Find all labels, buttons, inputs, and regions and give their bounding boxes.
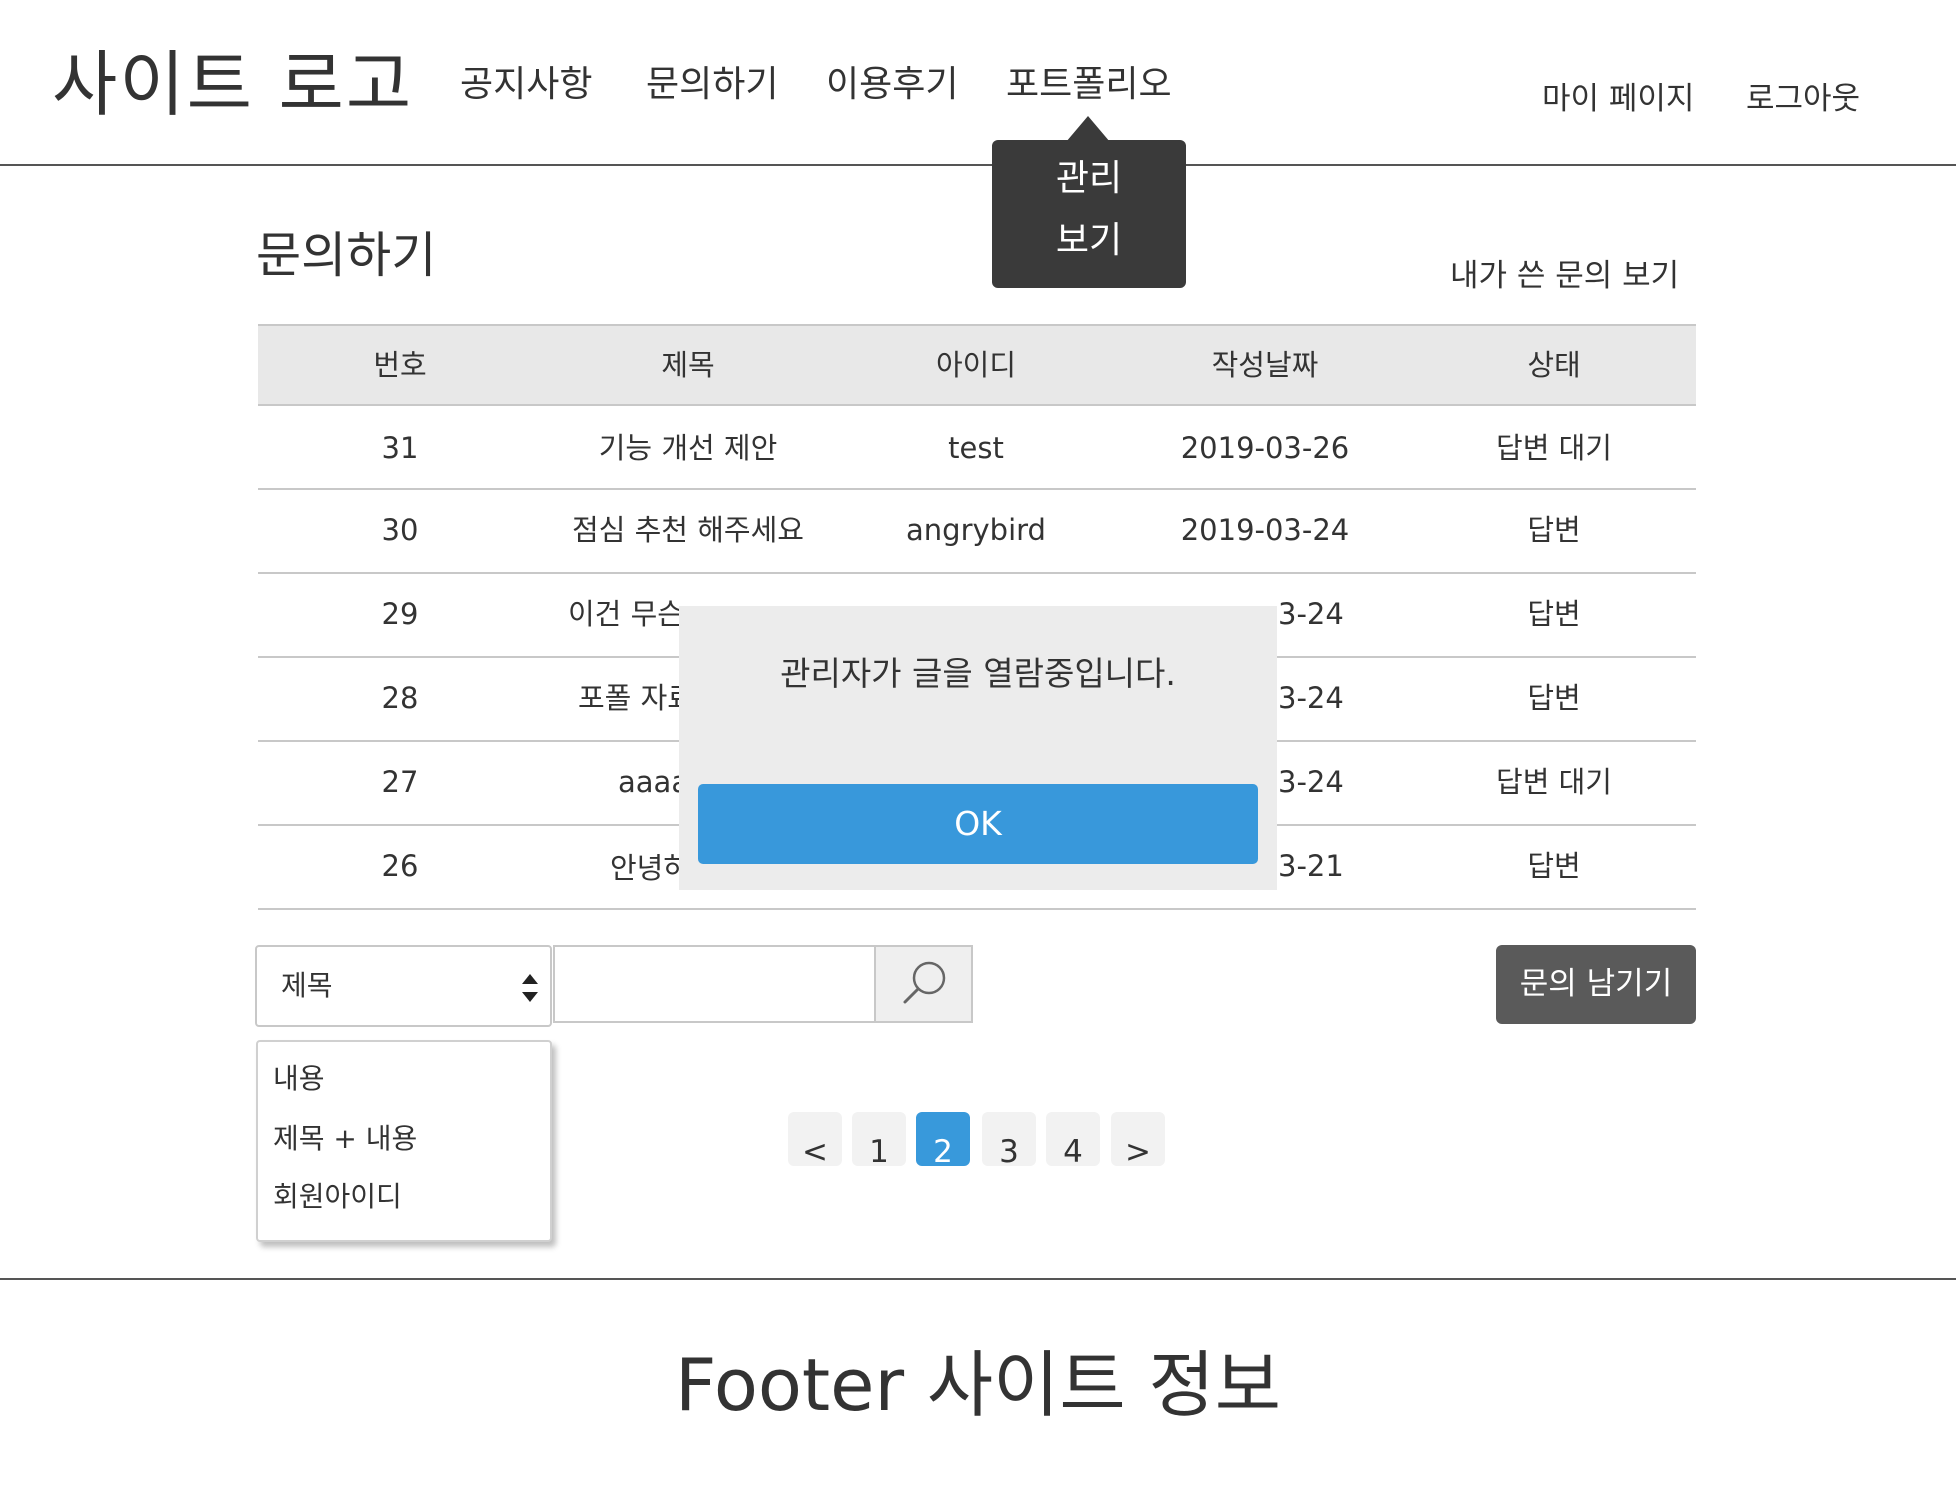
page-title: 문의하기 xyxy=(256,227,437,284)
row-date: 3-24 xyxy=(1278,681,1344,715)
site-logo[interactable]: 사이트 로고 xyxy=(52,44,413,126)
admin-menu-caret xyxy=(1066,116,1110,142)
row-date: 2019-03-26 xyxy=(1180,431,1350,465)
page-next-button[interactable]: > xyxy=(1111,1112,1165,1166)
row-title[interactable]: 기능 개선 제안 xyxy=(530,428,846,468)
my-page-link[interactable]: 마이 페이지 xyxy=(1542,78,1694,120)
row-title[interactable]: 포폴 자료 xyxy=(578,678,694,718)
page-button-current[interactable]: 2 xyxy=(916,1112,970,1166)
nav-reviews[interactable]: 이용후기 xyxy=(826,62,958,108)
row-status: 답변 대기 xyxy=(1496,765,1612,799)
row-id: angrybird xyxy=(906,513,1046,547)
row-number: 28 xyxy=(381,681,419,715)
row-status: 답변 대기 xyxy=(1496,431,1612,465)
option-title-content[interactable]: 제목 + 내용 xyxy=(273,1120,417,1158)
option-content[interactable]: 내용 xyxy=(273,1060,325,1098)
row-date: 3-21 xyxy=(1278,849,1344,883)
admin-menu-view[interactable]: 보기 xyxy=(992,218,1186,264)
row-status: 답변 xyxy=(1527,597,1581,631)
write-inquiry-button[interactable]: 문의 남기기 xyxy=(1496,945,1696,1024)
row-number: 30 xyxy=(381,513,419,547)
page-button[interactable]: 4 xyxy=(1046,1112,1100,1166)
row-divider xyxy=(258,488,1696,490)
search-icon xyxy=(903,961,946,1004)
row-divider xyxy=(258,572,1696,574)
row-number: 31 xyxy=(381,431,419,465)
select-arrows-icon xyxy=(522,974,538,1002)
header-divider xyxy=(0,164,1956,166)
page-button[interactable]: 3 xyxy=(982,1112,1036,1166)
option-member-id[interactable]: 회원아이디 xyxy=(273,1178,402,1216)
row-number: 29 xyxy=(381,597,419,631)
header-date: 작성날짜 xyxy=(1211,348,1319,382)
header-title: 제목 xyxy=(661,348,715,382)
header-status: 상태 xyxy=(1527,348,1581,382)
row-divider xyxy=(258,908,1696,910)
row-number: 27 xyxy=(381,765,419,799)
page-prev-button[interactable]: < xyxy=(788,1112,842,1166)
row-date: 3-24 xyxy=(1278,597,1344,631)
footer-info: Footer 사이트 정보 xyxy=(674,1343,1282,1427)
nav-notice[interactable]: 공지사항 xyxy=(460,62,592,108)
row-status: 답변 xyxy=(1527,681,1581,715)
footer-divider xyxy=(0,1278,1956,1280)
page-button[interactable]: 1 xyxy=(852,1112,906,1166)
row-date: 3-24 xyxy=(1278,765,1344,799)
row-status: 답변 xyxy=(1527,849,1581,883)
row-id: test xyxy=(948,431,1004,465)
search-input[interactable] xyxy=(553,945,875,1023)
logout-link[interactable]: 로그아웃 xyxy=(1746,78,1860,120)
alert-message: 관리자가 글을 열람중입니다. xyxy=(780,654,1176,693)
header-number: 번호 xyxy=(373,348,427,382)
nav-portfolio[interactable]: 포트폴리오 xyxy=(1006,62,1172,108)
header-id: 아이디 xyxy=(935,348,1017,382)
row-number: 26 xyxy=(381,849,419,883)
alert-ok-button[interactable]: OK xyxy=(698,784,1258,864)
row-date: 2019-03-24 xyxy=(1180,513,1350,547)
row-title[interactable]: 점심 추천 해주세요 xyxy=(530,510,846,550)
my-inquiries-link[interactable]: 내가 쓴 문의 보기 xyxy=(1450,256,1679,296)
search-type-selected: 제목 xyxy=(281,969,333,1002)
admin-menu-manage[interactable]: 관리 xyxy=(992,156,1186,202)
row-status: 답변 xyxy=(1527,513,1581,547)
nav-inquiry[interactable]: 문의하기 xyxy=(646,62,778,108)
